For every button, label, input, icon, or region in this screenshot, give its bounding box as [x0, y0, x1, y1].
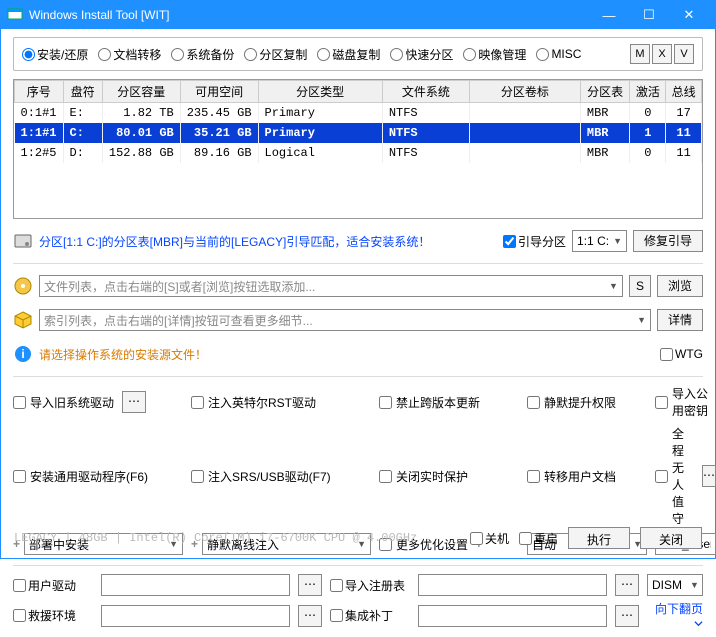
mode-install[interactable]: 安装/还原 — [22, 46, 88, 63]
close-button[interactable]: 关闭 — [640, 527, 702, 549]
import-reg-label[interactable]: 导入注册表 — [330, 577, 410, 594]
boot-partition-check[interactable]: 引导分区 — [503, 233, 566, 250]
mode-misc[interactable]: MISC — [536, 47, 581, 61]
btn-x[interactable]: X — [652, 44, 672, 64]
col-header[interactable]: 分区容量 — [102, 81, 180, 103]
titlebar: Windows Install Tool [WIT] — ☐ ✕ — [1, 1, 715, 29]
mode-quickpart[interactable]: 快速分区 — [390, 46, 453, 63]
boot-partition-combo[interactable]: 1:1 C:▼ — [572, 230, 627, 252]
chk-intel-rst[interactable] — [191, 396, 204, 409]
disc-icon — [13, 276, 33, 296]
col-header[interactable]: 总线 — [666, 81, 702, 103]
app-icon — [7, 7, 23, 23]
close-window-button[interactable]: ✕ — [669, 1, 709, 29]
page-down-link[interactable]: 向下翻页 — [647, 600, 703, 631]
user-driver-label[interactable]: 用户驱动 — [13, 577, 93, 594]
repair-boot-button[interactable]: 修复引导 — [633, 230, 703, 252]
mode-partcopy[interactable]: 分区复制 — [244, 46, 307, 63]
chk-no-crossver[interactable] — [379, 396, 392, 409]
svg-text:i: i — [21, 347, 24, 361]
table-row[interactable]: 1:1#1C:80.01 GB35.21 GBPrimaryNTFSMBR111 — [15, 123, 702, 143]
shutdown-check[interactable]: 关机 — [470, 530, 509, 547]
cube-icon — [13, 310, 33, 330]
col-header[interactable]: 分区表 — [580, 81, 630, 103]
indexlist-row: 索引列表，点击右端的[详情]按钮可查看更多细节...▼ 详情 — [13, 308, 703, 332]
mode-transfer[interactable]: 文档转移 — [98, 46, 161, 63]
col-header[interactable]: 可用空间 — [180, 81, 258, 103]
filelist-s-button[interactable]: S — [629, 275, 651, 297]
filelist-combo[interactable]: 文件列表，点击右端的[S]或者[浏览]按钮选取添加...▼ — [39, 275, 623, 297]
minimize-button[interactable]: — — [589, 1, 629, 29]
table-row[interactable]: 0:1#1E:1.82 TB235.45 GBPrimaryNTFSMBR017 — [15, 103, 702, 123]
col-header[interactable]: 分区类型 — [258, 81, 382, 103]
btn-m[interactable]: M — [630, 44, 650, 64]
rescue-env-input[interactable] — [101, 605, 290, 627]
disk-icon — [13, 231, 33, 251]
col-header[interactable]: 文件系统 — [382, 81, 469, 103]
patch-label[interactable]: 集成补丁 — [330, 607, 410, 624]
filelist-browse-button[interactable]: 浏览 — [657, 275, 703, 297]
status-text: LEGACY | 48GB | Intel(R) Core(TM) i7-670… — [14, 531, 460, 545]
patch-browse[interactable]: ⋯ — [615, 605, 639, 627]
boot-status-row: 分区[1:1 C:]的分区表[MBR]与当前的[LEGACY]引导匹配，适合安装… — [13, 229, 703, 253]
filelist-row: 文件列表，点击右端的[S]或者[浏览]按钮选取添加...▼ S 浏览 — [13, 274, 703, 298]
execute-button[interactable]: 执行 — [568, 527, 630, 549]
col-header[interactable]: 序号 — [15, 81, 64, 103]
table-row[interactable]: 1:2#5D:152.88 GB89.16 GBLogicalNTFSMBR01… — [15, 143, 702, 163]
source-prompt-text: 请选择操作系统的安装源文件！ — [39, 346, 654, 363]
patch-input[interactable] — [418, 605, 607, 627]
boot-message: 分区[1:1 C:]的分区表[MBR]与当前的[LEGACY]引导匹配，适合安装… — [39, 233, 497, 250]
window-title: Windows Install Tool [WIT] — [29, 8, 589, 22]
col-header[interactable]: 盘符 — [63, 81, 102, 103]
source-prompt-row: i 请选择操作系统的安装源文件！ WTG — [13, 342, 703, 366]
user-driver-browse[interactable]: ⋯ — [298, 574, 322, 596]
chk-srs-usb[interactable] — [191, 470, 204, 483]
chk-import-pubkey[interactable] — [655, 396, 668, 409]
chk-unattended[interactable] — [655, 470, 668, 483]
import-reg-input[interactable] — [418, 574, 607, 596]
rescue-env-label[interactable]: 救援环境 — [13, 607, 93, 624]
btn-v[interactable]: V — [674, 44, 694, 64]
footer: LEGACY | 48GB | Intel(R) Core(TM) i7-670… — [0, 519, 716, 559]
indexlist-detail-button[interactable]: 详情 — [657, 309, 703, 331]
wtg-check[interactable]: WTG — [660, 347, 703, 361]
indexlist-combo[interactable]: 索引列表，点击右端的[详情]按钮可查看更多细节...▼ — [39, 309, 651, 331]
user-driver-input[interactable] — [101, 574, 290, 596]
unattended-more[interactable]: ⋯ — [702, 465, 716, 487]
mode-diskcopy[interactable]: 磁盘复制 — [317, 46, 380, 63]
old-drivers-more[interactable]: ⋯ — [122, 391, 146, 413]
mode-image[interactable]: 映像管理 — [463, 46, 526, 63]
rescue-env-browse[interactable]: ⋯ — [298, 605, 322, 627]
chk-move-userdocs[interactable] — [527, 470, 540, 483]
partition-table[interactable]: 序号盘符分区容量可用空间分区类型文件系统分区卷标分区表激活总线 0:1#1E:1… — [13, 79, 703, 219]
info-icon: i — [13, 344, 33, 364]
chk-disable-rtp[interactable] — [379, 470, 392, 483]
chk-univ-driver[interactable] — [13, 470, 26, 483]
import-reg-browse[interactable]: ⋯ — [615, 574, 639, 596]
col-header[interactable]: 激活 — [630, 81, 666, 103]
mode-backup[interactable]: 系统备份 — [171, 46, 234, 63]
chk-silent-elev[interactable] — [527, 396, 540, 409]
chk-old-drivers[interactable] — [13, 396, 26, 409]
dism-combo[interactable]: DISM▼ — [647, 574, 703, 596]
maximize-button[interactable]: ☐ — [629, 1, 669, 29]
mode-bar: 安装/还原 文档转移 系统备份 分区复制 磁盘复制 快速分区 映像管理 MISC… — [13, 37, 703, 71]
col-header[interactable]: 分区卷标 — [469, 81, 580, 103]
reboot-check[interactable]: 重启 — [519, 530, 558, 547]
